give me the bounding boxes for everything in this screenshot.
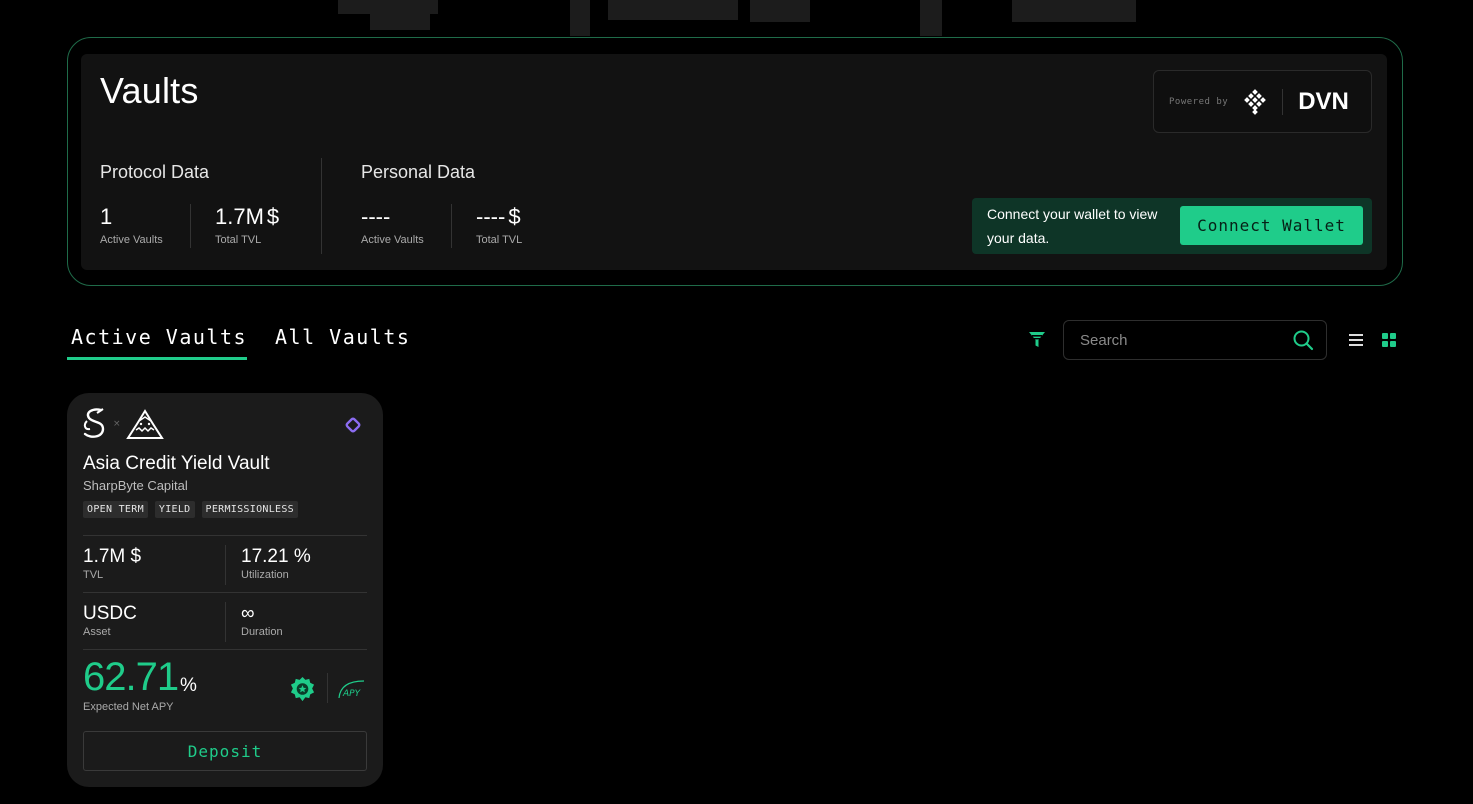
powered-by-badge[interactable]: Powered by DVN	[1153, 70, 1372, 133]
shark-logo-icon	[125, 409, 164, 439]
active-tab-indicator	[67, 357, 247, 360]
vault-duration-value: ∞	[241, 603, 255, 624]
logo-separator: ×	[113, 419, 121, 429]
vault-asset: USDC Asset	[83, 603, 137, 638]
tab-active-vaults[interactable]: Active Vaults	[71, 325, 247, 349]
vault-asset-label: Asset	[83, 626, 111, 638]
personal-active-vaults-label: Active Vaults	[361, 234, 424, 246]
personal-total-tvl-unit: $	[508, 204, 521, 229]
header-panel: Vaults Powered by DVN Protocol Data 1 Ac…	[81, 54, 1387, 270]
search-icon[interactable]	[1292, 329, 1314, 351]
dvn-brand-name: DVN	[1298, 87, 1349, 115]
vault-manager: SharpByte Capital	[83, 478, 188, 493]
personal-data-title: Personal Data	[361, 162, 476, 182]
page-title: Vaults	[100, 70, 199, 111]
tag-permissionless: PERMISSIONLESS	[201, 501, 298, 518]
powered-by-divider	[1282, 88, 1284, 115]
search-box	[1063, 320, 1327, 360]
vaults-header-card: Vaults Powered by DVN Protocol Data 1 Ac…	[67, 37, 1403, 286]
card-divider	[83, 649, 367, 650]
vault-apy-label: Expected Net APY	[83, 701, 174, 713]
protocol-total-tvl-label: Total TVL	[215, 234, 262, 246]
badge-divider	[327, 673, 328, 703]
vault-tvl-label: TVL	[83, 569, 104, 581]
vault-duration: ∞ Duration	[241, 603, 283, 638]
vault-asset-value: USDC	[83, 603, 137, 624]
protocol-total-tvl-unit: $	[266, 204, 280, 229]
search-input[interactable]	[1064, 321, 1284, 359]
protocol-active-vaults-value: 1	[100, 204, 113, 229]
personal-total-tvl-label: Total TVL	[476, 234, 523, 246]
personal-active-vaults-value: ----	[361, 204, 391, 229]
apy-icon-text: APY	[342, 689, 362, 699]
card-divider	[83, 535, 367, 536]
vault-utilization: 17.21 % Utilization	[241, 546, 311, 581]
vault-logos: ×	[81, 407, 165, 441]
vault-apy-value: 62.71	[83, 655, 179, 699]
connect-wallet-message: Connect your wallet to view your data.	[987, 206, 1158, 246]
cell-divider	[225, 545, 226, 585]
vault-tags: OPEN TERM YIELD PERMISSIONLESS	[83, 501, 298, 518]
protocol-active-vaults-label: Active Vaults	[100, 234, 163, 246]
connect-wallet-button[interactable]: Connect Wallet	[1180, 206, 1363, 245]
vault-tvl: 1.7M $ TVL	[83, 546, 141, 581]
vault-utilization-label: Utilization	[241, 569, 289, 581]
filter-icon[interactable]	[1027, 330, 1047, 350]
vault-card[interactable]: × Asia Credit Yield Vault SharpByte Capi…	[67, 393, 383, 787]
protocol-data-title: Protocol Data	[100, 162, 210, 182]
tag-open-term: OPEN TERM	[83, 501, 148, 518]
vault-duration-label: Duration	[241, 626, 283, 638]
dvn-logo-icon	[1244, 88, 1267, 115]
personal-total-tvl-value: ----	[476, 204, 506, 229]
apy-chart-icon[interactable]: APY	[337, 678, 365, 700]
stat-divider	[451, 204, 452, 248]
tab-all-vaults[interactable]: All Vaults	[275, 325, 410, 349]
personal-active-vaults: ---- Active Vaults	[361, 204, 424, 246]
manager-logo-icon	[83, 408, 105, 438]
protocol-active-vaults: 1 Active Vaults	[100, 204, 163, 246]
grid-view-icon[interactable]	[1381, 332, 1397, 348]
vault-utilization-value: 17.21 %	[241, 546, 311, 567]
vault-tvl-value: 1.7M $	[83, 546, 142, 567]
verified-badge-icon[interactable]	[289, 676, 316, 703]
protocol-total-tvl-value-row: 1.7M $	[215, 204, 279, 230]
chain-diamond-icon	[345, 417, 361, 433]
stat-divider	[190, 204, 191, 248]
tag-yield: YIELD	[154, 501, 195, 518]
protocol-total-tvl-value: 1.7M	[215, 204, 264, 229]
background-decoration	[330, 0, 1140, 36]
powered-by-label: Powered by	[1169, 96, 1229, 107]
list-view-icon[interactable]	[1348, 332, 1364, 348]
section-divider	[321, 158, 322, 254]
deposit-button[interactable]: Deposit	[83, 731, 367, 771]
vault-apy-unit: %	[180, 675, 197, 696]
cell-divider	[225, 602, 226, 642]
personal-total-tvl: ---- $ Total TVL	[476, 204, 522, 246]
protocol-total-tvl: 1.7M $ Total TVL	[215, 204, 279, 246]
personal-total-tvl-value-row: ---- $	[476, 204, 522, 230]
card-divider	[83, 592, 367, 593]
vault-name: Asia Credit Yield Vault	[83, 453, 270, 474]
connect-wallet-banner: Connect your wallet to view your data. C…	[972, 198, 1372, 254]
